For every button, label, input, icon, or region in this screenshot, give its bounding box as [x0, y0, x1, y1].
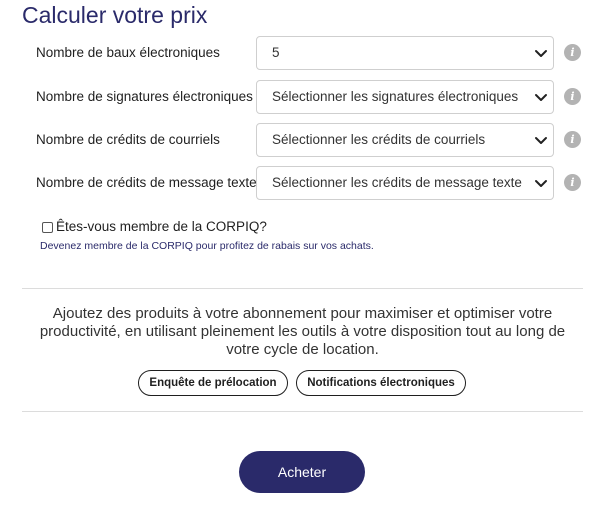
divider-top — [22, 288, 583, 289]
chevron-down-icon — [535, 137, 547, 144]
sms-select[interactable]: Sélectionner les crédits de message text… — [256, 166, 554, 200]
field-row-emails: Nombre de crédits de courriels Sélection… — [0, 123, 598, 159]
member-note: Devenez membre de la CORPIQ pour profite… — [40, 240, 374, 252]
info-icon[interactable]: i — [564, 88, 581, 105]
info-icon[interactable]: i — [564, 174, 581, 191]
leases-select[interactable]: 5 — [256, 36, 554, 70]
leases-select-value: 5 — [272, 45, 280, 60]
electronic-notifications-button[interactable]: Notifications électroniques — [296, 370, 466, 396]
page-title: Calculer votre prix — [22, 2, 208, 28]
info-icon[interactable]: i — [564, 131, 581, 148]
signatures-select[interactable]: Sélectionner les signatures électronique… — [256, 80, 554, 114]
emails-select-value: Sélectionner les crédits de courriels — [272, 132, 486, 147]
sms-select-value: Sélectionner les crédits de message text… — [272, 175, 522, 190]
prelocation-survey-button[interactable]: Enquête de prélocation — [138, 370, 288, 396]
promo-text: Ajoutez des produits à votre abonnement … — [39, 305, 566, 358]
chevron-down-icon — [535, 50, 547, 57]
emails-select[interactable]: Sélectionner les crédits de courriels — [256, 123, 554, 157]
field-label-leases: Nombre de baux électroniques — [36, 45, 220, 60]
field-label-emails: Nombre de crédits de courriels — [36, 132, 220, 147]
chevron-down-icon — [535, 94, 547, 101]
signatures-select-value: Sélectionner les signatures électronique… — [272, 89, 519, 104]
field-label-sms: Nombre de crédits de message texte — [36, 175, 257, 190]
field-row-leases: Nombre de baux électroniques 5 i — [0, 36, 598, 72]
info-icon[interactable]: i — [564, 44, 581, 61]
field-row-signatures: Nombre de signatures électroniques Sélec… — [0, 80, 598, 116]
member-checkbox-label[interactable]: Êtes-vous membre de la CORPIQ? — [56, 219, 267, 234]
price-calculator: Calculer votre prix Nombre de baux élect… — [0, 0, 598, 508]
field-row-sms: Nombre de crédits de message texte Sélec… — [0, 166, 598, 202]
divider-bottom — [22, 411, 583, 412]
buy-button[interactable]: Acheter — [239, 451, 365, 493]
member-checkbox[interactable] — [42, 222, 53, 233]
chevron-down-icon — [535, 180, 547, 187]
field-label-signatures: Nombre de signatures électroniques — [36, 89, 253, 104]
